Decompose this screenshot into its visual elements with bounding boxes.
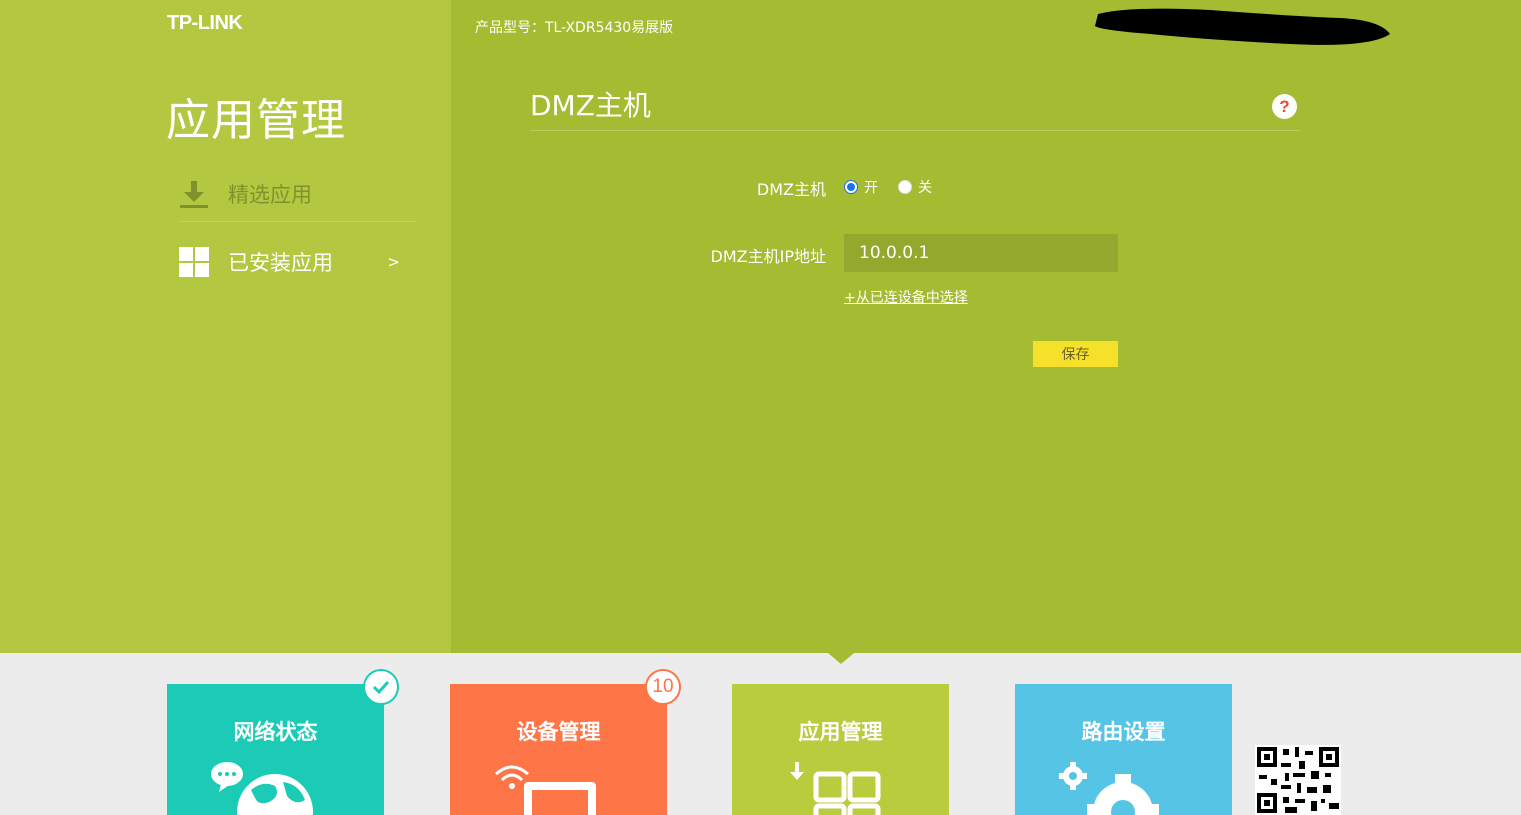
tile-label: 应用管理 [798, 720, 883, 744]
tile-network-status[interactable]: 网络状态 [167, 684, 384, 815]
sidebar-item-featured-apps[interactable]: 精选应用 [178, 166, 416, 222]
app-grid-icon [790, 762, 881, 815]
help-icon[interactable]: ? [1272, 94, 1297, 119]
brand-logo: TP-LINK [167, 12, 243, 34]
grid-icon [178, 246, 210, 278]
tile-router-settings[interactable]: 路由设置 [1015, 684, 1232, 815]
redaction-mark [1095, 8, 1390, 45]
radio-on-label: 开 [864, 180, 878, 196]
tile-app-management[interactable]: 应用管理 [732, 684, 949, 815]
dmz-on-radio[interactable]: 开 [844, 177, 878, 197]
ip-label: DMZ主机IP地址 [710, 247, 826, 266]
sidebar-item-label: 精选应用 [228, 182, 312, 207]
sidebar-item-installed-apps[interactable]: 已安装应用 > [178, 234, 416, 290]
dmz-label: DMZ主机 [756, 180, 826, 199]
divider [530, 130, 1300, 131]
dmz-ip-input[interactable] [844, 234, 1118, 272]
chevron-right-icon: > [387, 253, 400, 271]
qr-code-icon [1255, 745, 1341, 815]
active-tab-pointer [828, 653, 854, 664]
radio-button-off[interactable] [898, 180, 912, 194]
gear-icon [1059, 762, 1159, 815]
page-title: 应用管理 [166, 95, 346, 146]
model-label: 产品型号：TL-XDR5430易展版 [475, 20, 674, 36]
tile-label: 路由设置 [1081, 720, 1166, 744]
select-connected-device-link[interactable]: +从已连设备中选择 [844, 287, 968, 307]
device-count-badge: 10 [645, 669, 681, 705]
tile-device-management[interactable]: 设备管理 [450, 684, 667, 815]
tile-label: 网络状态 [233, 720, 318, 744]
section-title: DMZ主机 [530, 89, 651, 122]
radio-off-label: 关 [918, 180, 932, 196]
wifi-device-icon [495, 765, 596, 815]
sidebar-item-label: 已安装应用 [228, 251, 333, 275]
check-badge-icon [363, 669, 399, 705]
dmz-off-radio[interactable]: 关 [898, 177, 932, 197]
radio-button-on[interactable] [844, 180, 858, 194]
download-icon [178, 178, 210, 210]
save-button[interactable]: 保存 [1033, 341, 1118, 367]
globe-icon [211, 762, 313, 815]
tile-label: 设备管理 [516, 720, 601, 744]
